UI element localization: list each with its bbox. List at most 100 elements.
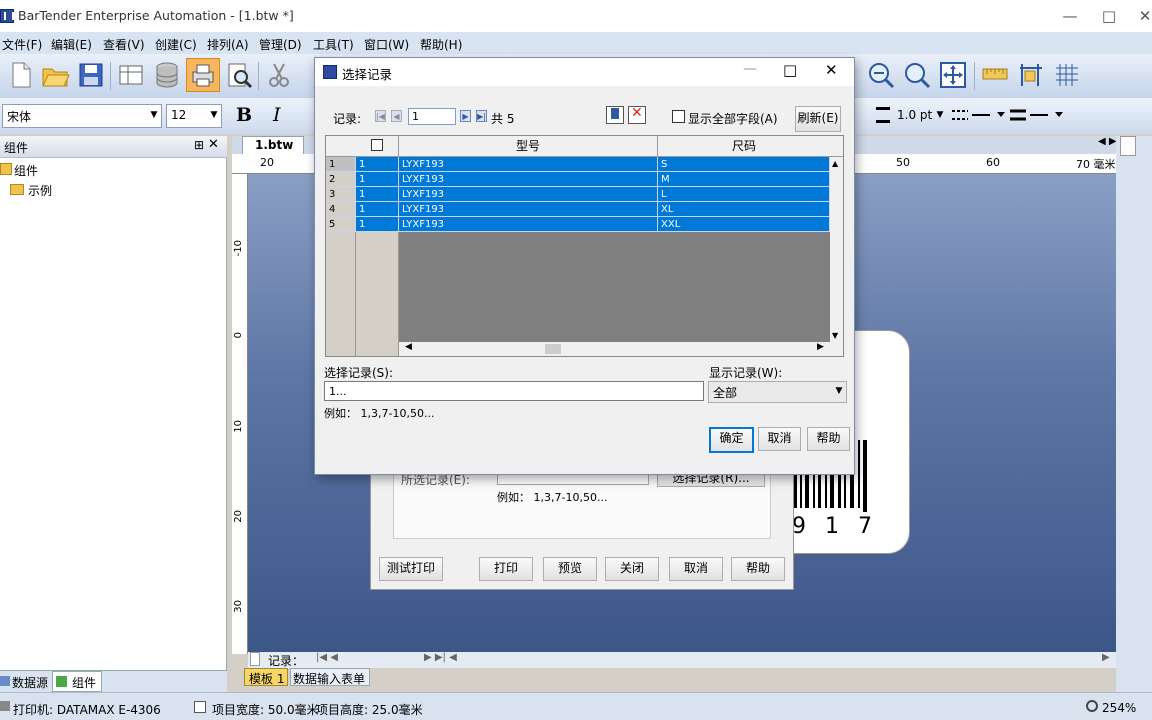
print-preview-icon[interactable] xyxy=(224,60,254,90)
tree-item-examples[interactable]: 示例 xyxy=(28,182,52,199)
records-grid[interactable]: 型号 尺码 1 1 LYXF193 S 2 1 LYXF193 M 3 1 LY… xyxy=(325,135,844,357)
font-name-dropdown[interactable]: 宋体 ▼ xyxy=(2,104,162,128)
preview-button[interactable]: 预览 xyxy=(543,557,597,581)
print-example-text: 例如： 1,3,7-10,50... xyxy=(497,491,608,504)
line-width-dropdown[interactable]: 1.0 pt ▼ xyxy=(892,104,948,128)
bold-button[interactable]: B xyxy=(236,104,252,126)
chevron-down-icon: ▼ xyxy=(150,110,158,120)
component-pane xyxy=(0,136,227,692)
minimize-icon[interactable]: — xyxy=(1053,4,1087,28)
grid-vertical-scrollbar[interactable]: ▲ ▼ xyxy=(830,157,843,342)
first-record-icon[interactable]: |◀ ◀ xyxy=(316,652,338,663)
deselect-all-icon[interactable]: ✕ xyxy=(628,105,646,124)
maximize-icon[interactable]: □ xyxy=(1092,4,1126,28)
chevron-up-icon[interactable]: ▲ xyxy=(832,159,838,168)
status-printer: 打印机: DATAMAX E-4306 xyxy=(13,703,161,717)
close-icon[interactable]: ✕ xyxy=(208,137,219,152)
help-button[interactable]: 帮助 xyxy=(807,427,850,451)
last-record-icon[interactable]: ▶ ▶| ◀ xyxy=(424,652,457,663)
chevron-right-icon[interactable]: ▶ xyxy=(817,342,824,352)
menu-create[interactable]: 创建(C) xyxy=(155,36,197,53)
snap-icon[interactable] xyxy=(1016,60,1046,90)
last-record-icon[interactable]: ▶| xyxy=(476,110,487,122)
open-folder-icon[interactable] xyxy=(40,60,70,90)
menu-help[interactable]: 帮助(H) xyxy=(420,36,462,53)
grid-header: 型号 尺码 xyxy=(326,136,843,157)
tab-components[interactable]: 组件 xyxy=(52,671,102,692)
cancel-button[interactable]: 取消 xyxy=(669,557,723,581)
zoom-out-icon[interactable] xyxy=(866,60,896,90)
scroll-right-icon[interactable]: ▶ xyxy=(1102,652,1110,663)
prev-record-icon[interactable]: ◀ xyxy=(391,110,402,122)
table-row[interactable]: 1 1 LYXF193 S xyxy=(326,157,843,172)
database-icon[interactable] xyxy=(152,60,182,90)
tree-root-item[interactable]: 组件 xyxy=(14,162,38,179)
scrollbar-thumb[interactable] xyxy=(545,344,561,354)
help-button[interactable]: 帮助 xyxy=(731,557,785,581)
menu-edit[interactable]: 编辑(E) xyxy=(51,36,92,53)
status-zoom[interactable]: 254% xyxy=(1102,701,1136,715)
select-all-icon xyxy=(371,139,383,151)
line-style-icon[interactable] xyxy=(950,106,1008,124)
pin-icon[interactable]: ⊞ xyxy=(194,138,204,152)
tab-data-entry-form[interactable]: 数据输入表单 xyxy=(290,668,370,686)
column-header-size[interactable]: 尺码 xyxy=(658,136,830,156)
tab-template-1[interactable]: 模板 1 xyxy=(244,668,288,686)
scrollbar-vertical[interactable] xyxy=(1120,136,1136,156)
print-button[interactable]: 打印 xyxy=(479,557,533,581)
select-records-input[interactable] xyxy=(324,381,704,401)
refresh-button[interactable]: 刷新(E) xyxy=(795,106,841,132)
menu-window[interactable]: 窗口(W) xyxy=(364,36,409,53)
bartender-app-icon xyxy=(323,65,337,79)
zoom-icon xyxy=(1086,700,1098,712)
close-button[interactable]: 关闭 xyxy=(605,557,659,581)
minimize-icon[interactable]: — xyxy=(743,61,757,77)
print-icon[interactable] xyxy=(188,60,218,90)
menu-manage[interactable]: 管理(D) xyxy=(259,36,302,53)
table-row[interactable]: 2 1 LYXF193 M xyxy=(326,172,843,187)
first-record-icon[interactable]: |◀ xyxy=(375,110,386,122)
select-column-header[interactable] xyxy=(356,136,399,156)
fit-window-icon[interactable] xyxy=(938,60,968,90)
table-row[interactable]: 5 1 LYXF193 XXL xyxy=(326,217,843,232)
menu-file[interactable]: 文件(F) xyxy=(2,36,42,53)
show-records-dropdown[interactable]: 全部 ▼ xyxy=(708,381,847,403)
window-title: BarTender Enterprise Automation - [1.btw… xyxy=(18,8,294,23)
chevron-left-icon[interactable]: ◀ xyxy=(405,342,412,352)
cancel-button[interactable]: 取消 xyxy=(758,427,801,451)
table-row[interactable]: 3 1 LYXF193 L xyxy=(326,187,843,202)
ok-button[interactable]: 确定 xyxy=(709,427,754,453)
menu-tools[interactable]: 工具(T) xyxy=(313,36,354,53)
next-record-icon[interactable]: ▶ xyxy=(460,110,471,122)
italic-button[interactable]: I xyxy=(273,104,281,126)
new-document-icon[interactable] xyxy=(6,60,36,90)
ruler-icon[interactable] xyxy=(980,60,1010,90)
save-icon[interactable] xyxy=(76,60,106,90)
grid-horizontal-scrollbar[interactable]: ◀ ▶ xyxy=(399,342,843,356)
cut-icon[interactable] xyxy=(264,60,294,90)
component-pane-header: 组件 ⊞ ✕ xyxy=(0,136,227,158)
record-icon xyxy=(250,652,260,666)
column-header-model[interactable]: 型号 xyxy=(399,136,658,156)
menu-arrange[interactable]: 排列(A) xyxy=(207,36,249,53)
table-row[interactable]: 4 1 LYXF193 XL xyxy=(326,202,843,217)
show-all-fields-checkbox[interactable] xyxy=(672,110,685,123)
grid-icon[interactable] xyxy=(1052,60,1082,90)
border-style-icon[interactable] xyxy=(1008,106,1066,124)
test-print-button[interactable]: 测试打印 xyxy=(379,557,443,581)
font-size-dropdown[interactable]: 12 ▼ xyxy=(166,104,222,128)
chevron-down-icon: ▼ xyxy=(835,386,843,396)
zoom-fit-icon[interactable] xyxy=(902,60,932,90)
menu-view[interactable]: 查看(V) xyxy=(103,36,145,53)
tab-document[interactable]: 1.btw * xyxy=(242,136,304,166)
close-icon[interactable]: ✕ xyxy=(1128,4,1152,28)
show-records-label: 显示记录(W): xyxy=(709,366,783,380)
maximize-icon[interactable]: □ xyxy=(783,61,797,79)
select-all-icon[interactable] xyxy=(606,106,624,124)
record-total: 共 5 xyxy=(491,112,515,126)
record-number-input[interactable] xyxy=(408,108,456,125)
close-icon[interactable]: ✕ xyxy=(825,61,838,79)
chevron-down-icon[interactable]: ▼ xyxy=(832,331,838,340)
tab-data-source[interactable]: 数据源 xyxy=(0,673,48,691)
page-setup-icon[interactable] xyxy=(116,60,146,90)
